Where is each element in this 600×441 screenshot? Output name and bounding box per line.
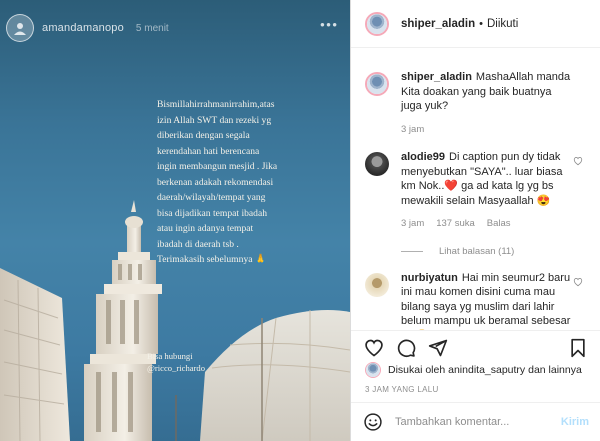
like-button[interactable]: [363, 337, 385, 359]
share-button[interactable]: [427, 337, 449, 359]
comment-item: nurbiyatun Hai min seumur2 baru ini mau k…: [351, 271, 600, 330]
save-button[interactable]: [567, 337, 589, 359]
story-caption: Bismillahirrahmanirrahim,atas izin Allah…: [157, 99, 278, 265]
header-separator: •: [479, 17, 483, 30]
post-header: shiper_aladin • Diikuti: [351, 0, 600, 48]
action-bar: [351, 330, 600, 364]
user-icon: [14, 23, 26, 35]
comment-avatar[interactable]: [365, 152, 389, 176]
comment-time: 3 jam: [401, 218, 425, 229]
post-panel: shiper_aladin • Diikuti shiper_aladin Mas…: [350, 0, 600, 441]
view-replies[interactable]: Lihat balasan (11): [401, 246, 600, 257]
emoji-button[interactable]: [363, 412, 383, 432]
comment-likes[interactable]: 137 suka: [436, 217, 475, 232]
view-replies-label[interactable]: Lihat balasan (11): [439, 246, 514, 257]
comments-list[interactable]: shiper_aladin MashaAllah manda Kita doaka…: [351, 58, 600, 330]
liked-by-suffix[interactable]: dan lainnya: [528, 364, 582, 376]
reply-button[interactable]: Balas: [487, 217, 511, 232]
comment-button[interactable]: [395, 337, 417, 359]
liked-by-avatar[interactable]: [365, 362, 381, 378]
comment-time: 3 jam: [401, 123, 425, 135]
replies-divider: [401, 250, 423, 252]
story-header: amandamanopo 5 menit: [6, 14, 169, 42]
story-username[interactable]: amandamanopo: [42, 22, 124, 34]
comment-input[interactable]: [393, 415, 561, 429]
story-time: 5 menit: [135, 22, 169, 34]
comment-icon: [397, 339, 416, 357]
emoji-icon: [364, 413, 382, 431]
heart-icon[interactable]: [573, 156, 583, 166]
post-media[interactable]: amandamanopo 5 menit • • • Bismillahirra…: [0, 0, 350, 441]
comment-meta: 3 jam 137 suka Balas: [401, 217, 573, 232]
comment-meta: 3 jam: [401, 123, 573, 138]
more-dots-icon[interactable]: • • •: [320, 18, 337, 31]
comment-avatar[interactable]: [365, 272, 389, 297]
bookmark-icon: [571, 338, 585, 357]
comment-item: alodie99 Di caption pun dy tidak menyebut…: [351, 150, 600, 232]
comment-avatar[interactable]: [365, 72, 389, 96]
add-comment-bar: Kirim: [351, 402, 600, 441]
story-avatar[interactable]: [6, 14, 34, 42]
liked-by: Disukai oleh anindita_saputry dan lainny…: [365, 362, 582, 378]
heart-icon[interactable]: [573, 277, 583, 287]
share-icon: [428, 339, 448, 356]
comment-username[interactable]: alodie99: [401, 151, 445, 163]
post-author[interactable]: shiper_aladin: [401, 18, 475, 30]
liked-by-prefix: Disukai oleh: [388, 364, 446, 376]
post-timestamp[interactable]: 3 JAM YANG LALU: [365, 385, 439, 394]
comment-username[interactable]: nurbiyatun: [401, 272, 458, 284]
post-comment-button[interactable]: Kirim: [561, 416, 589, 428]
liked-by-user[interactable]: anindita_saputry: [448, 364, 525, 376]
story-contact: Bisa hubungi @ricco_richardo: [147, 351, 206, 373]
heart-icon: [365, 339, 383, 357]
follow-status[interactable]: Diikuti: [487, 18, 518, 30]
comment-username[interactable]: shiper_aladin: [401, 71, 472, 83]
author-avatar[interactable]: [365, 11, 389, 36]
caption-comment: shiper_aladin MashaAllah manda Kita doaka…: [351, 70, 600, 137]
